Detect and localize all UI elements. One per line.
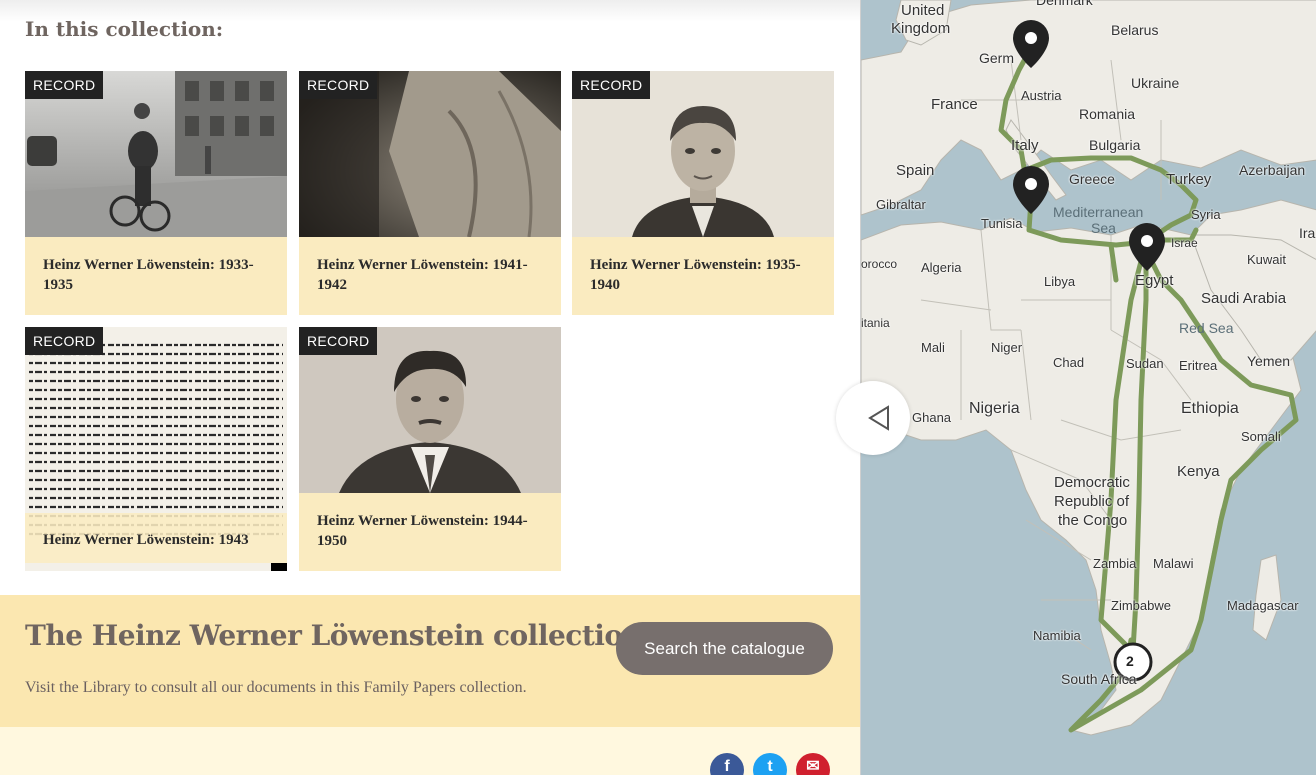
map-label: Denmark [1036,0,1093,8]
map-label: Ira [1299,225,1316,241]
map-label: Belarus [1111,22,1159,38]
collection-title: The Heinz Werner Löwenstein collection [25,619,643,652]
map-label: the Congo [1058,512,1128,529]
map-label: Chad [1053,355,1085,370]
map-label: Kingdom [891,20,951,37]
map-label: Ethiopia [1181,400,1239,417]
record-badge: RECORD [572,71,651,99]
map-label: South Africa [1061,671,1137,687]
map-pin-germany[interactable] [1013,20,1049,70]
map-label: itania [861,316,890,330]
map-label: Zimbabwe [1111,598,1171,613]
map-label: Syria [1191,207,1221,222]
map-label: Egypt [1135,272,1174,289]
map-label: United [901,2,945,19]
map-label: Yemen [1247,353,1291,369]
map-label: Austria [1021,88,1062,103]
map-pin-italy[interactable] [1013,166,1049,216]
map-label: Mediterranean [1053,204,1144,220]
collapse-map-button[interactable] [836,381,910,455]
record-badge: RECORD [299,327,378,355]
map-label: Libya [1044,274,1076,289]
record-card-2[interactable]: RECORD Heinz Werner Löwenstein: 1941-194… [299,71,561,315]
map-label: Mali [921,340,945,355]
chevron-left-icon [868,405,889,431]
map-label: Ukraine [1131,75,1180,91]
map-label: Spain [896,162,935,179]
map-label: Madagascar [1227,598,1299,613]
map-label: Turkey [1166,171,1212,188]
record-badge: RECORD [25,71,104,99]
map-label: France [931,96,978,113]
collection-banner: The Heinz Werner Löwenstein collection S… [0,595,860,727]
map-label: Greece [1069,171,1115,187]
map-label: Republic of [1054,493,1130,510]
map-label: Niger [991,340,1023,355]
collection-heading: In this collection: [25,17,224,41]
map-label: Nigeria [969,400,1020,417]
map-label: Red Sea [1179,320,1234,336]
map-label: Zambia [1093,556,1137,571]
map-label: orocco [861,257,898,271]
map-label: Kuwait [1247,252,1287,267]
map-label: Germ [979,50,1014,66]
map-label: Sea [1091,220,1116,236]
map-label: Israe [1171,236,1198,250]
record-card-3[interactable]: RECORD Heinz Werner Löwenstein: 1935-194… [572,71,834,315]
record-title[interactable]: Heinz Werner Löwenstein: 1944-1950 [317,511,543,551]
map-label: Bulgaria [1089,137,1141,153]
map-label: Saudi Arabia [1201,290,1287,307]
collection-panel: In this collection: RECORD Heinz Werner … [0,0,860,775]
map-label: Democratic [1054,474,1130,491]
record-card-1[interactable]: RECORD Heinz Werner Löwenstein: 1933-193… [25,71,287,315]
map-label: Kenya [1177,463,1220,480]
map-label: Italy [1011,137,1039,154]
map-label: Ghana [912,410,952,425]
journey-map[interactable]: Denmark United Kingdom Belarus Germ Ukra… [860,0,1316,775]
map-label: Sudan [1126,356,1164,371]
record-title[interactable]: Heinz Werner Löwenstein: 1941-1942 [317,255,543,295]
map-label: Tunisia [981,216,1023,231]
record-card-5[interactable]: RECORD Heinz Werner Löwenstein: 1944-195… [299,327,561,571]
map-cluster-count[interactable]: 2 [1126,653,1134,669]
map-label: Azerbaijan [1239,162,1306,178]
map-label: Romania [1079,106,1136,122]
map-label: Somali [1241,429,1281,444]
record-title[interactable]: Heinz Werner Löwenstein: 1933-1935 [43,255,269,295]
record-badge: RECORD [25,327,104,355]
map-label: Malawi [1153,556,1194,571]
map-label: Algeria [921,260,962,275]
map-label: Namibia [1033,628,1081,643]
record-title[interactable]: Heinz Werner Löwenstein: 1943 [43,530,269,550]
record-title[interactable]: Heinz Werner Löwenstein: 1935-1940 [590,255,816,295]
record-card-4[interactable]: RECORD Heinz Werner Löwenstein: 1943 [25,327,287,571]
map-label: Eritrea [1179,358,1218,373]
map-pin-egypt[interactable] [1129,223,1165,273]
search-catalogue-button[interactable]: Search the catalogue [616,622,833,675]
collection-description: Visit the Library to consult all our doc… [25,679,527,696]
record-badge: RECORD [299,71,378,99]
map-label: Gibraltar [876,197,926,212]
